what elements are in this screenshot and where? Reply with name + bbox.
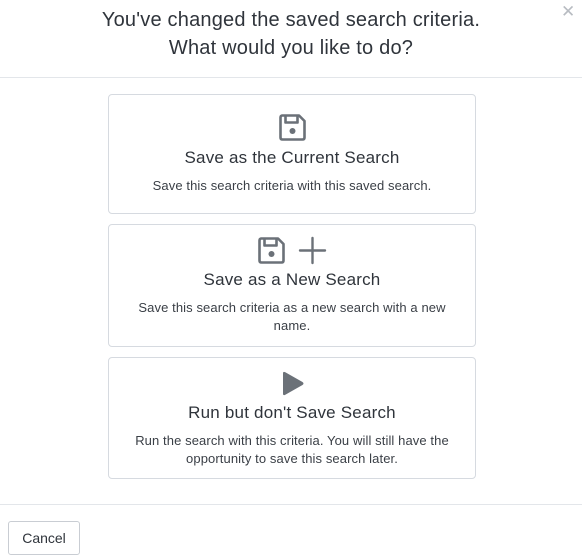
option-title: Save as a New Search — [203, 270, 381, 289]
option-description: Save this search criteria with this save… — [152, 178, 432, 193]
option-description: Run the search with this criteria. You w… — [135, 433, 449, 466]
option-title: Save as the Current Search — [184, 148, 400, 167]
option-icons — [109, 113, 475, 142]
save-search-dialog: You've changed the saved search criteria… — [0, 0, 582, 560]
option-icons — [109, 236, 475, 265]
dialog-title: You've changed the saved search criteria… — [40, 6, 542, 62]
floppy-disk-icon — [278, 114, 306, 141]
play-icon — [282, 371, 303, 396]
floppy-disk-icon — [258, 237, 285, 264]
option-description: Save this search criteria as a new searc… — [138, 300, 446, 333]
cancel-button[interactable]: Cancel — [8, 521, 80, 555]
option-title: Run but don't Save Search — [188, 403, 396, 422]
close-icon[interactable]: ✕ — [561, 3, 575, 20]
dialog-header: You've changed the saved search criteria… — [0, 0, 582, 78]
save-current-search-option[interactable]: Save as the Current Search Save this sea… — [108, 94, 476, 214]
dialog-footer: Cancel — [0, 504, 582, 560]
dialog-title-line-1: You've changed the saved search criteria… — [101, 9, 481, 31]
save-new-search-option[interactable]: Save as a New Search Save this search cr… — [108, 224, 476, 347]
run-without-saving-option[interactable]: Run but don't Save Search Run the search… — [108, 357, 476, 479]
plus-icon — [298, 236, 327, 265]
dialog-title-line-2: What would you like to do? — [168, 37, 414, 59]
option-icons — [109, 369, 475, 398]
